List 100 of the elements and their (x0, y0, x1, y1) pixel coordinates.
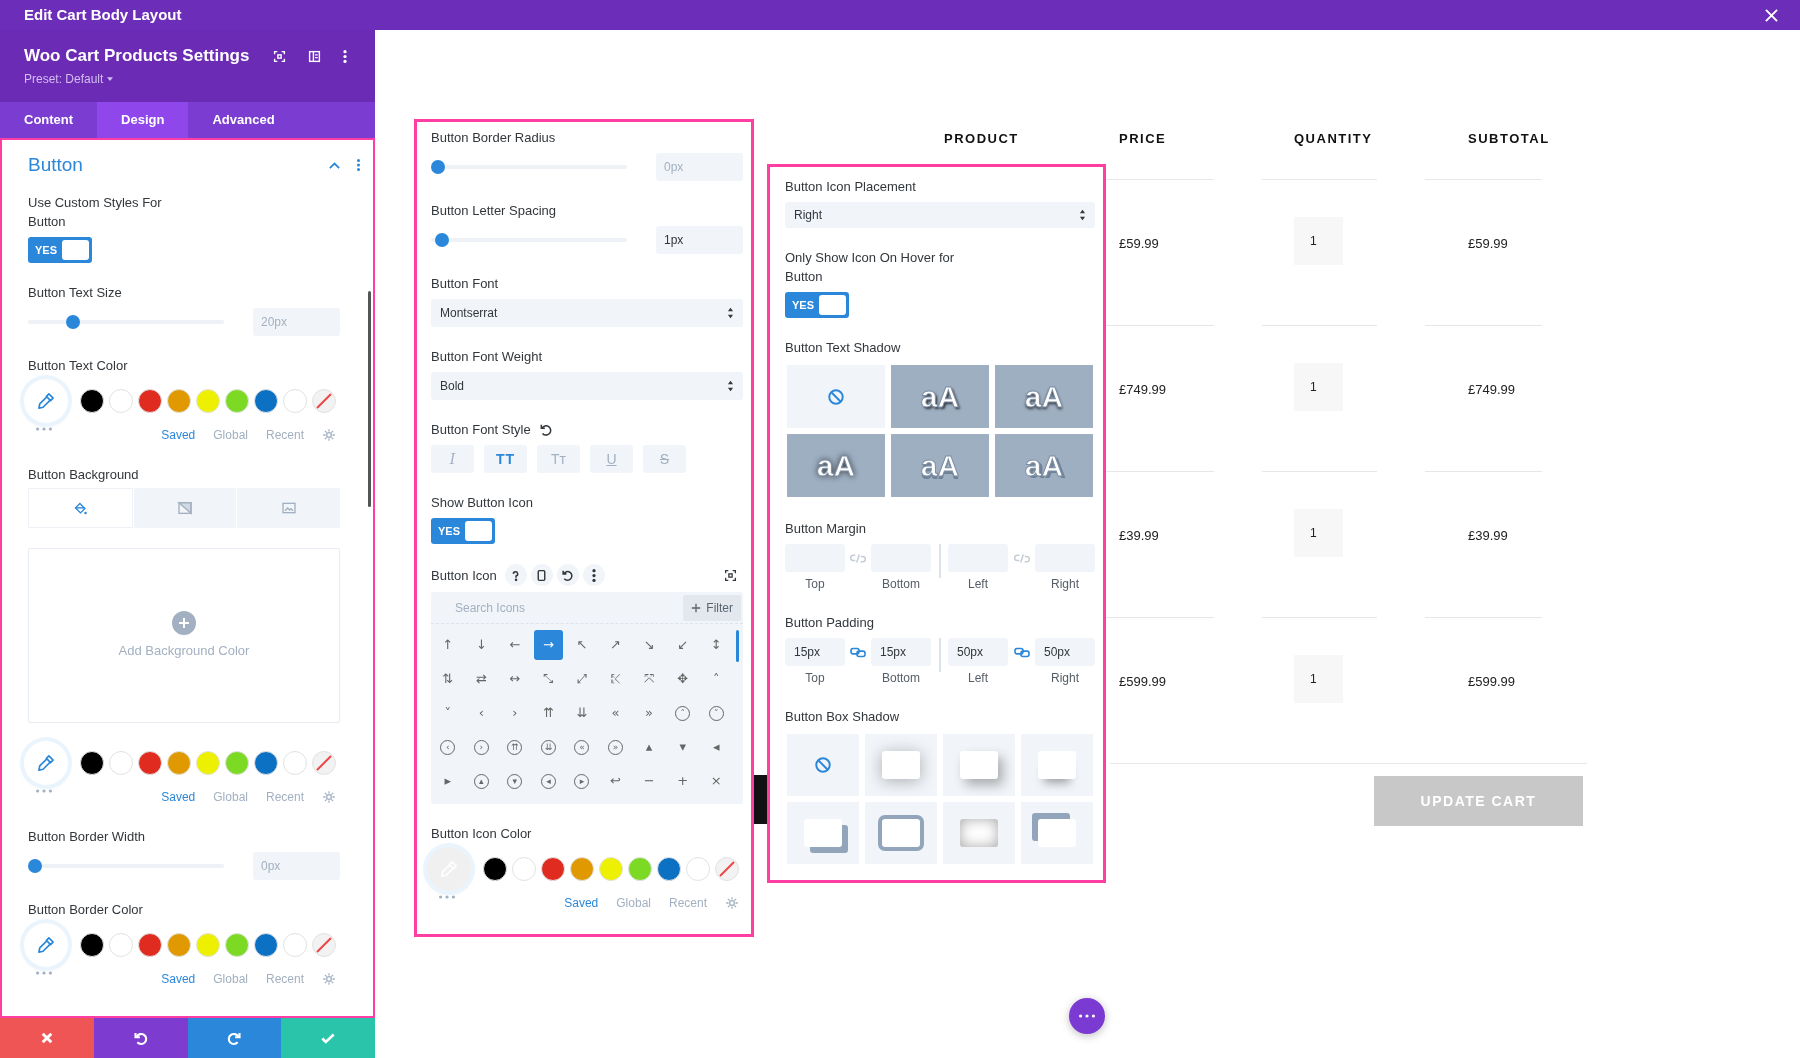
icon-option[interactable]: ⇅ (433, 664, 463, 694)
icon-option[interactable]: ↑ (433, 630, 463, 660)
icon-option[interactable]: ↗ (600, 630, 631, 660)
color-swatch[interactable] (283, 751, 307, 775)
icon-option[interactable]: ▸ (567, 766, 597, 796)
icon-option[interactable]: + (667, 766, 698, 796)
box-shadow-option[interactable] (787, 802, 859, 864)
focus-icon[interactable] (724, 568, 737, 582)
color-swatch[interactable] (254, 751, 278, 775)
icon-option[interactable]: ↖ (567, 630, 597, 660)
columns-icon[interactable] (308, 50, 321, 63)
icon-option[interactable]: ‹ (466, 698, 497, 728)
icon-option[interactable]: ▴ (634, 732, 664, 762)
scroll-bar[interactable] (736, 630, 739, 662)
box-shadow-option[interactable] (787, 734, 859, 796)
icon-option[interactable]: ˅ (701, 698, 731, 728)
icon-option[interactable]: ⇈ (500, 732, 530, 762)
more-icon[interactable] (439, 895, 455, 899)
spacing-field[interactable]: 15px (785, 638, 845, 666)
color-swatch[interactable] (196, 751, 220, 775)
icon-option[interactable]: ↕ (701, 630, 731, 660)
icon-option[interactable]: ↘ (634, 630, 664, 660)
color-swatch[interactable] (254, 933, 278, 957)
more-icon[interactable] (36, 427, 52, 431)
icon-option[interactable]: ← (500, 630, 530, 660)
eyedropper-button[interactable] (24, 379, 68, 423)
filter-button[interactable]: Filter (683, 594, 741, 621)
quantity-field[interactable]: 1 (1294, 363, 1343, 411)
icon-option[interactable]: ⤡ (533, 664, 564, 694)
palette-tab[interactable]: Saved (161, 788, 196, 806)
icon-option[interactable]: » (634, 698, 664, 728)
settings-icon[interactable] (322, 428, 336, 442)
icon-option[interactable]: ⤪ (600, 664, 631, 694)
spacing-field[interactable]: 50px (1035, 638, 1095, 666)
icon-option[interactable]: ⇈ (533, 698, 564, 728)
slider-thumb[interactable] (66, 315, 81, 329)
box-shadow-option[interactable] (1021, 734, 1093, 796)
value-field[interactable]: 0px (656, 153, 743, 181)
reset-icon[interactable] (538, 422, 553, 437)
panel-tab[interactable]: Design (97, 102, 189, 138)
box-shadow-option[interactable] (1021, 802, 1093, 864)
quantity-field[interactable]: 1 (1294, 655, 1343, 703)
no-color-swatch[interactable] (312, 751, 336, 775)
color-swatch[interactable] (138, 933, 162, 957)
settings-icon[interactable] (322, 790, 336, 804)
preset-dropdown[interactable]: Preset: Default (24, 70, 250, 88)
box-shadow-option[interactable] (943, 802, 1015, 864)
link-icon[interactable] (1013, 646, 1030, 658)
icon-option[interactable]: ⇄ (466, 664, 497, 694)
icon-option[interactable]: ‹ (433, 732, 463, 762)
panel-tab[interactable]: Advanced (188, 102, 299, 138)
box-shadow-option[interactable] (865, 734, 937, 796)
unlink-icon[interactable] (850, 552, 866, 564)
color-swatch[interactable] (167, 389, 191, 413)
more-options-button[interactable] (1069, 998, 1105, 1034)
no-color-swatch[interactable] (312, 389, 336, 413)
slider-thumb[interactable] (431, 160, 445, 174)
toggle-switch[interactable]: YES (431, 518, 495, 544)
value-field[interactable]: 0px (253, 852, 340, 880)
more-icon[interactable] (36, 971, 52, 975)
icon-option[interactable]: « (567, 732, 597, 762)
color-swatch[interactable] (109, 751, 133, 775)
color-swatch[interactable] (225, 933, 249, 957)
phone-icon[interactable] (530, 564, 553, 586)
icon-option[interactable]: ⇊ (567, 698, 597, 728)
toggle-switch[interactable]: YES (28, 237, 92, 263)
icon-option[interactable]: → (533, 630, 564, 660)
help-icon[interactable] (504, 564, 527, 586)
no-color-swatch[interactable] (715, 857, 739, 881)
color-swatch[interactable] (138, 751, 162, 775)
slider-track[interactable] (431, 160, 627, 174)
color-swatch[interactable] (109, 933, 133, 957)
color-swatch[interactable] (283, 389, 307, 413)
more-vertical-icon[interactable] (343, 50, 347, 63)
font-style-option[interactable]: TT (484, 445, 527, 473)
icon-option[interactable]: ˄ (667, 698, 698, 728)
slider-track[interactable] (431, 233, 627, 247)
icon-option[interactable]: ⤢ (567, 664, 597, 694)
icon-option[interactable]: ˅ (433, 698, 463, 728)
close-icon[interactable] (1765, 8, 1778, 22)
quantity-field[interactable]: 1 (1294, 509, 1343, 557)
palette-tab[interactable]: Saved (161, 970, 196, 988)
eyedropper-button[interactable] (24, 741, 68, 785)
icon-option[interactable]: ⤧ (634, 664, 664, 694)
slider-thumb[interactable] (434, 233, 449, 247)
undo-button[interactable] (93, 1018, 188, 1058)
quantity-field[interactable]: 1 (1294, 217, 1343, 265)
icon-option[interactable]: ✥ (667, 664, 698, 694)
box-shadow-option[interactable] (865, 802, 937, 864)
icon-option[interactable]: ◂ (701, 732, 731, 762)
reset-icon[interactable] (556, 564, 579, 586)
color-swatch[interactable] (225, 389, 249, 413)
slider-track[interactable] (28, 315, 224, 329)
icon-option[interactable]: « (600, 698, 631, 728)
box-shadow-option[interactable] (943, 734, 1015, 796)
eyedropper-button[interactable] (24, 923, 68, 967)
icon-option[interactable]: ↩ (600, 766, 631, 796)
panel-tab[interactable]: Content (0, 102, 98, 138)
select-field[interactable]: Montserrat (431, 299, 743, 327)
color-swatch[interactable] (196, 933, 220, 957)
